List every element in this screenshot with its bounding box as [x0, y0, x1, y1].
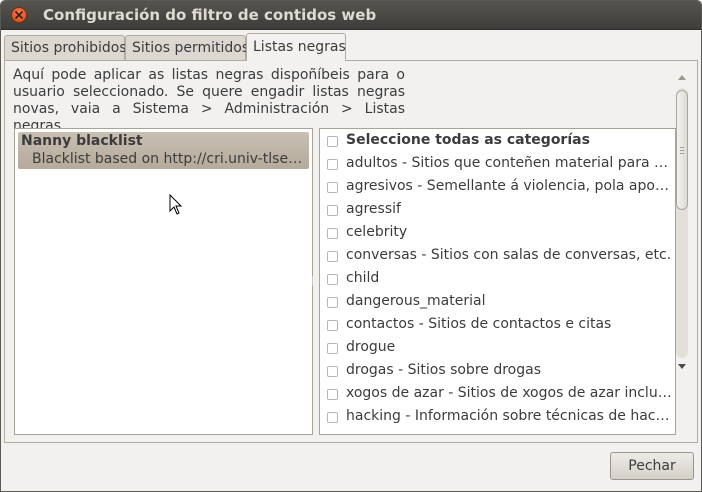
category-checkbox[interactable]	[327, 366, 338, 377]
scroll-down-arrow-icon[interactable]	[678, 364, 686, 369]
category-scrollbar[interactable]	[674, 70, 690, 376]
category-checkbox[interactable]	[327, 389, 338, 400]
blacklist-list[interactable]: Nanny blacklist Blacklist based on http:…	[14, 128, 313, 435]
category-checkbox[interactable]	[327, 251, 338, 262]
window-title: Configuración do filtro de contidos web	[43, 6, 377, 24]
description-text: Aquí pode aplicar as listas negras dispo…	[13, 67, 405, 134]
tab-panel: Aquí pode aplicar as listas negras dispo…	[4, 60, 698, 443]
window-close-button[interactable]	[11, 7, 27, 23]
category-item[interactable]: drogue	[320, 337, 675, 360]
category-item[interactable]: contactos - Sitios de contactos e citas	[320, 314, 675, 337]
category-checkbox[interactable]	[327, 412, 338, 423]
mouse-pointer-icon	[169, 194, 183, 215]
scrollbar-grip-line	[680, 153, 684, 154]
category-checkbox[interactable]	[327, 228, 338, 239]
category-checkbox[interactable]	[327, 159, 338, 170]
scroll-up-arrow-icon[interactable]	[678, 75, 686, 80]
category-label: celebrity	[346, 224, 408, 240]
category-label: adultos - Sitios que conteñen material p…	[346, 155, 672, 171]
category-item[interactable]: agresivos - Semellante á violencia, pola…	[320, 176, 675, 199]
scrollbar-grip-line	[680, 147, 684, 148]
category-label: agressif	[346, 201, 401, 217]
category-checkbox[interactable]	[327, 205, 338, 216]
close-icon	[15, 11, 23, 19]
tab-listas-negras[interactable]: Listas negras	[246, 33, 346, 61]
scrollbar-thumb[interactable]	[676, 90, 688, 210]
category-item[interactable]: celebrity	[320, 222, 675, 245]
category-list[interactable]: Seleccione todas as categorías adultos -…	[319, 128, 676, 435]
category-item[interactable]: hacking - Información sobre técnicas de …	[320, 406, 675, 429]
select-all-item[interactable]: Seleccione todas as categorías	[320, 130, 675, 153]
category-checkbox[interactable]	[327, 274, 338, 285]
category-item[interactable]: drogas - Sitios sobre drogas	[320, 360, 675, 383]
category-label: agresivos - Semellante á violencia, pola…	[346, 178, 672, 194]
category-checkbox[interactable]	[327, 320, 338, 331]
category-checkbox[interactable]	[327, 343, 338, 354]
category-label: xogos de azar - Sitios de xogos de azar …	[346, 385, 672, 401]
category-checkbox[interactable]	[327, 182, 338, 193]
title-bar[interactable]: Configuración do filtro de contidos web	[1, 1, 701, 30]
scrollbar-grip-line	[680, 150, 684, 151]
category-label: contactos - Sitios de contactos e citas	[346, 316, 612, 332]
select-all-label: Seleccione todas as categorías	[346, 132, 590, 148]
category-label: dangerous_material	[346, 293, 486, 309]
category-label: child	[346, 270, 380, 286]
category-item[interactable]: dangerous_material	[320, 291, 675, 314]
category-item[interactable]: xogos de azar - Sitios de xogos de azar …	[320, 383, 675, 406]
tab-sitios-permitidos[interactable]: Sitios permitidos	[125, 35, 249, 60]
dialog-window: Configuración do filtro de contidos web …	[0, 0, 702, 492]
close-dialog-button[interactable]: Pechar	[610, 452, 694, 480]
category-item[interactable]: conversas - Sitios con salas de conversa…	[320, 245, 675, 268]
category-item[interactable]: agressif	[320, 199, 675, 222]
category-item[interactable]: child	[320, 268, 675, 291]
select-all-checkbox[interactable]	[327, 136, 338, 147]
category-item[interactable]: adultos - Sitios que conteñen material p…	[320, 153, 675, 176]
blacklist-name: Nanny blacklist	[21, 133, 143, 149]
category-label: conversas - Sitios con salas de conversa…	[346, 247, 672, 263]
blacklist-item[interactable]: Nanny blacklist Blacklist based on http:…	[18, 132, 309, 169]
category-label: drogue	[346, 339, 396, 355]
tab-sitios-prohibidos[interactable]: Sitios prohibidos	[4, 35, 127, 60]
category-label: hacking - Información sobre técnicas de …	[346, 408, 672, 424]
category-checkbox[interactable]	[327, 297, 338, 308]
blacklist-description: Blacklist based on http://cri.univ-tlse1…	[32, 151, 307, 167]
category-label: drogas - Sitios sobre drogas	[346, 362, 541, 378]
pane-resize-grip[interactable]	[311, 276, 315, 286]
